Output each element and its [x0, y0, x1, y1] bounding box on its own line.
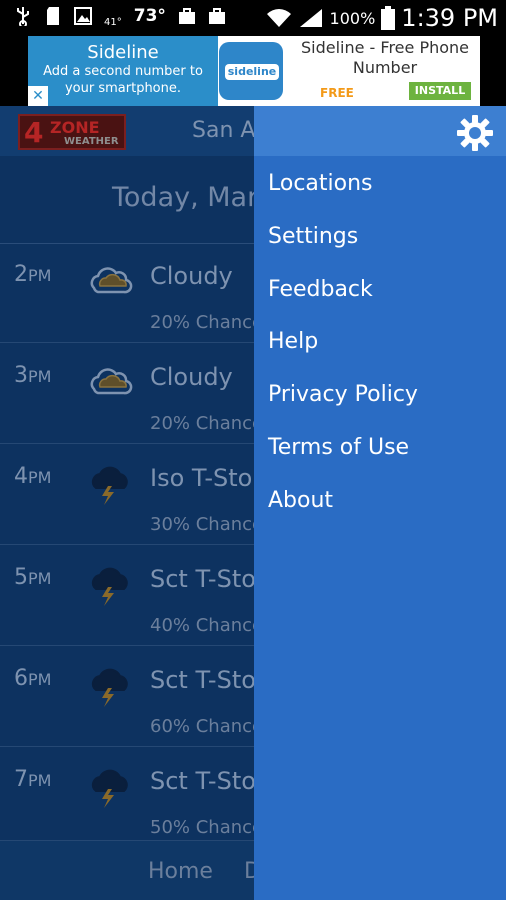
logo-number: 4	[24, 116, 44, 149]
sd-card-icon	[47, 7, 59, 25]
location-title[interactable]: San A	[192, 118, 255, 143]
menu-item-feedback[interactable]: Feedback	[254, 268, 506, 321]
ad-install-button[interactable]: INSTALL	[409, 82, 471, 100]
nav-home-tab[interactable]: Home	[148, 859, 213, 884]
sideline-logo-text: sideline	[225, 64, 279, 80]
hour-time: 6PM	[14, 666, 52, 691]
briefcase-icon	[208, 8, 225, 24]
menu-item-privacy-policy[interactable]: Privacy Policy	[254, 373, 506, 426]
cloudy-icon	[90, 368, 133, 395]
ad-free-label: FREE	[320, 86, 354, 100]
status-time: 1:39 PM	[401, 4, 498, 32]
hour-time: 4PM	[14, 464, 52, 489]
ad-description-line-2: your smartphone.	[64, 81, 182, 96]
app-logo: 4 ZONE WEATHER	[18, 114, 126, 150]
battery-percent: 100%	[329, 8, 376, 28]
ad-app-title-line-1: Sideline - Free Phone	[300, 38, 470, 57]
date-text: Today, Marc	[112, 182, 273, 213]
hour-time: 3PM	[14, 363, 52, 388]
thunderstorm-icon	[91, 769, 128, 808]
thunderstorm-icon	[91, 567, 128, 606]
signal-icon	[299, 9, 322, 27]
ad-margin-right	[480, 36, 506, 106]
status-temp-small: 41°	[104, 16, 122, 28]
logo-weather-text: WEATHER	[64, 136, 119, 147]
drawer-header	[254, 106, 506, 156]
navigation-drawer: Locations Settings Feedback Help Privacy…	[254, 106, 506, 900]
thunderstorm-icon	[91, 466, 128, 505]
hour-condition: Cloudy	[150, 262, 233, 290]
hour-time: 2PM	[14, 262, 52, 287]
menu-item-about[interactable]: About	[254, 479, 506, 532]
hour-chance: 20% Chance	[150, 413, 264, 434]
ad-banner[interactable]: Sideline Add a second number to your sma…	[28, 36, 480, 106]
drawer-menu: Locations Settings Feedback Help Privacy…	[254, 162, 506, 532]
hour-condition: Sct T-Stor	[150, 565, 266, 593]
ad-app-title-line-2: Number	[352, 58, 418, 77]
hour-condition: Sct T-Stor	[150, 666, 266, 694]
hour-chance: 20% Chance	[150, 312, 264, 333]
hour-condition: Iso T-Stor	[150, 464, 263, 492]
status-bar: 41° 73° 100% 1:39 PM	[0, 0, 506, 36]
logo-zone-text: ZONE	[50, 118, 100, 137]
briefcase-icon	[178, 8, 195, 24]
menu-item-locations[interactable]: Locations	[254, 162, 506, 215]
ad-margin-left	[0, 36, 28, 106]
ad-left-panel[interactable]: Sideline Add a second number to your sma…	[28, 36, 218, 106]
menu-item-terms-of-use[interactable]: Terms of Use	[254, 426, 506, 479]
status-temp: 73°	[133, 6, 166, 26]
hour-chance: 50% Chance	[150, 817, 264, 838]
sideline-logo[interactable]: sideline	[219, 42, 283, 100]
ad-title: Sideline	[87, 42, 159, 63]
thunderstorm-icon	[91, 668, 128, 707]
hour-chance: 40% Chance	[150, 615, 264, 636]
hour-condition: Cloudy	[150, 363, 233, 391]
hour-chance: 60% Chance	[150, 716, 264, 737]
ad-right-panel[interactable]: Sideline - Free Phone Number FREE INSTAL…	[290, 38, 480, 100]
hour-condition: Sct T-Stor	[150, 767, 266, 795]
ad-close-icon[interactable]: ✕	[28, 86, 48, 106]
battery-icon	[381, 6, 396, 30]
menu-item-settings[interactable]: Settings	[254, 215, 506, 268]
usb-icon	[17, 7, 29, 26]
cloudy-icon	[90, 267, 133, 294]
hour-time: 5PM	[14, 565, 52, 590]
menu-item-help[interactable]: Help	[254, 320, 506, 373]
hour-chance: 30% Chance	[150, 514, 264, 535]
wifi-icon	[266, 9, 291, 27]
ad-description-line-1: Add a second number to	[43, 64, 203, 79]
hour-time: 7PM	[14, 767, 52, 792]
image-icon	[74, 7, 92, 25]
gear-icon[interactable]	[456, 114, 494, 152]
